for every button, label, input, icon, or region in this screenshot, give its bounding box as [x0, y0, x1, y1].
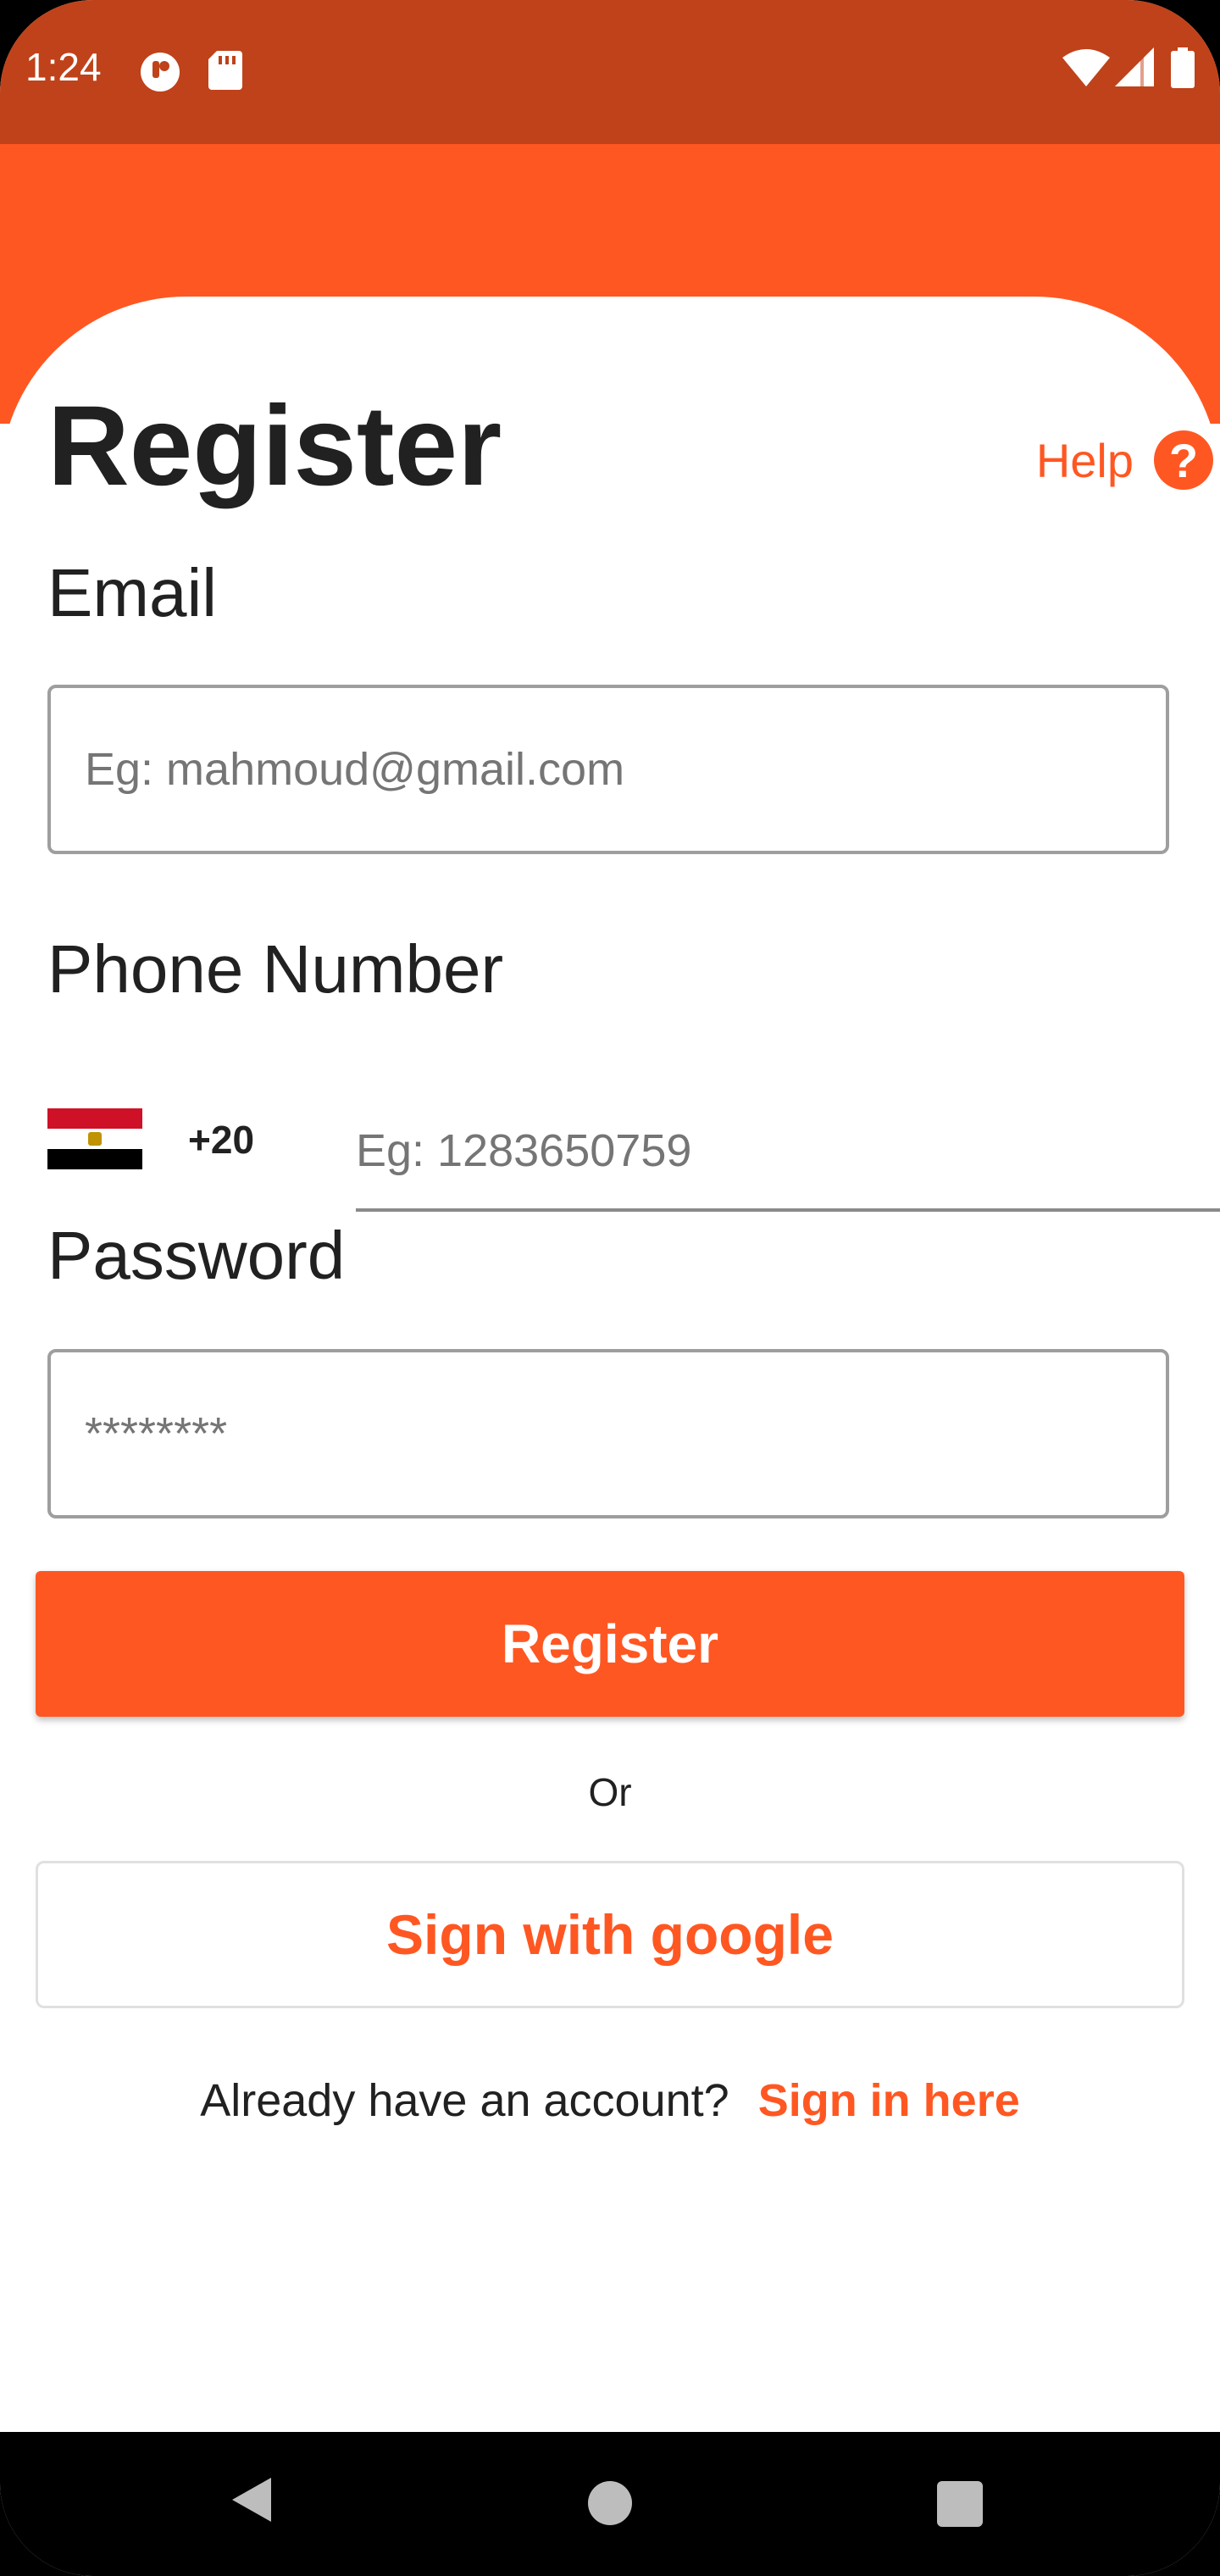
battery-icon — [1171, 47, 1195, 92]
email-label: Email — [47, 555, 218, 630]
phone-placeholder: Eg: 1283650759 — [356, 1125, 692, 1176]
phone-label: Phone Number — [47, 931, 504, 1007]
help-button[interactable]: Help ? — [1036, 430, 1220, 490]
register-button[interactable]: Register — [36, 1571, 1184, 1717]
or-divider: Or — [588, 1770, 632, 1814]
phone-number-field[interactable]: Eg: 1283650759 — [356, 1093, 1220, 1212]
email-placeholder: Eg: mahmoud@gmail.com — [85, 744, 625, 795]
sd-card-icon — [208, 51, 242, 94]
password-placeholder: ******** — [85, 1408, 228, 1459]
google-signin-button[interactable]: Sign with google — [36, 1861, 1184, 2008]
app-notification-icon — [139, 51, 181, 97]
password-label: Password — [47, 1218, 346, 1293]
back-icon[interactable] — [229, 2474, 274, 2529]
navigation-bar — [0, 2432, 1220, 2576]
home-icon[interactable] — [588, 2481, 632, 2525]
cellular-signal-icon — [1115, 47, 1154, 91]
country-dial-code[interactable]: +20 — [188, 1117, 254, 1163]
recents-icon[interactable] — [937, 2481, 983, 2527]
status-bar: 1:24 — [0, 0, 1220, 144]
page-title: Register — [47, 383, 502, 509]
signin-link[interactable]: Sign in here — [758, 2074, 1020, 2127]
phone-screen: 1:24 Register Help ? Email Eg: mahmoud@g… — [0, 0, 1220, 2576]
help-icon: ? — [1154, 430, 1213, 490]
status-time: 1:24 — [25, 45, 102, 89]
password-field[interactable]: ******** — [47, 1349, 1169, 1518]
signin-prompt: Already have an account? — [200, 2075, 729, 2126]
egypt-flag-icon[interactable] — [47, 1108, 142, 1169]
email-field[interactable]: Eg: mahmoud@gmail.com — [47, 685, 1169, 854]
signin-row: Already have an account? Sign in here — [0, 2074, 1220, 2127]
help-label: Help — [1035, 433, 1134, 487]
wifi-icon — [1062, 47, 1110, 91]
